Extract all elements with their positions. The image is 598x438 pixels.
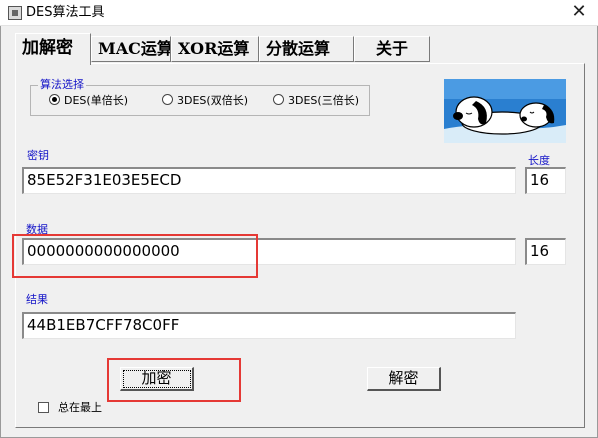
always-on-top-checkbox[interactable] (38, 402, 49, 413)
decrypt-button[interactable]: 解密 (367, 367, 441, 391)
window-border-left (0, 26, 1, 438)
tab-mac[interactable]: MAC运算 (91, 36, 171, 62)
radio-3des-double-label: 3DES(双倍长) (177, 94, 248, 107)
radio-3des-triple[interactable]: 3DES(三倍长) (273, 93, 359, 108)
radio-unselected-icon[interactable] (273, 94, 284, 105)
result-label: 结果 (26, 293, 48, 306)
algorithm-group-label: 算法选择 (38, 78, 86, 91)
close-button[interactable]: ✕ (560, 0, 598, 26)
tab-diversify[interactable]: 分散运算 (259, 36, 354, 62)
radio-des-label: DES(单倍长) (64, 94, 128, 107)
radio-unselected-icon[interactable] (162, 94, 173, 105)
radio-3des-triple-label: 3DES(三倍长) (288, 94, 359, 107)
radio-3des-double[interactable]: 3DES(双倍长) (162, 93, 248, 108)
encrypt-highlight-box (107, 358, 241, 402)
tab-about[interactable]: 关于 (354, 36, 430, 62)
data-length-field[interactable]: 16 (525, 238, 566, 265)
length-label: 长度 (528, 154, 550, 167)
key-input[interactable]: 85E52F31E03E5ECD (22, 167, 516, 194)
tab-xor[interactable]: XOR运算 (171, 36, 259, 62)
tab-encrypt-decrypt[interactable]: 加解密 (15, 33, 91, 65)
app-icon (8, 6, 22, 20)
always-on-top-label: 总在最上 (58, 401, 102, 414)
result-field[interactable]: 44B1EB7CFF78C0FF (22, 312, 516, 339)
data-highlight-box (12, 234, 258, 278)
window-title: DES算法工具 (26, 5, 105, 20)
key-label: 密钥 (27, 149, 49, 162)
snoopy-image (444, 79, 566, 143)
radio-des[interactable]: DES(单倍长) (49, 93, 128, 108)
key-length-field[interactable]: 16 (525, 167, 566, 194)
radio-selected-icon[interactable] (49, 94, 60, 105)
